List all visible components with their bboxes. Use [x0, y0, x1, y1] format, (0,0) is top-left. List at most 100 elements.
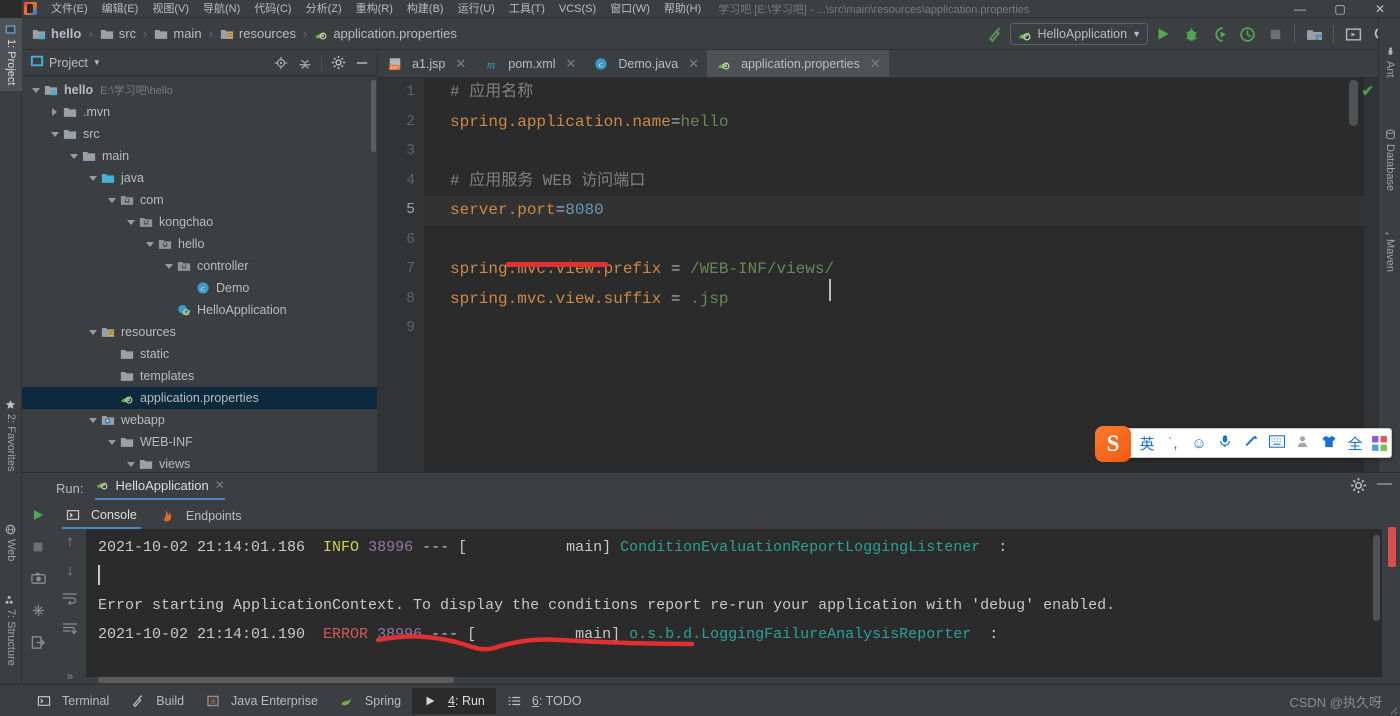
close-icon[interactable]: ✕	[455, 56, 466, 72]
project-tree[interactable]: helloE:\学习吧\hello.mvnsrcmainjavacomkongc…	[22, 76, 377, 471]
chevron-down-icon[interactable]	[49, 128, 61, 140]
sidebar-item-maven[interactable]: m Maven	[1379, 218, 1400, 278]
sidebar-item-project[interactable]: 1: Project	[0, 18, 22, 91]
status-bar-item-terminal[interactable]: Terminal	[26, 688, 120, 714]
close-icon[interactable]: ✕	[870, 56, 881, 72]
exit-button[interactable]	[31, 635, 46, 655]
sidebar-item-ant[interactable]: Ant	[1379, 40, 1400, 84]
breadcrumb-item-hello[interactable]: hello	[32, 26, 81, 41]
chevron-down-icon[interactable]	[87, 414, 99, 426]
close-icon[interactable]: ✕	[688, 56, 699, 72]
ime-mode-english-label[interactable]: 英	[1135, 433, 1159, 454]
menu-analyze[interactable]: 分析(Z)	[299, 0, 349, 18]
status-bar-item-6--todo[interactable]: 6: TODO	[496, 688, 593, 714]
status-bar-item-spring[interactable]: Spring	[329, 688, 412, 714]
tree-node-hello[interactable]: hello	[22, 233, 377, 255]
tree-node-src[interactable]: src	[22, 123, 377, 145]
chevron-down-icon[interactable]	[163, 260, 175, 272]
chevron-down-icon[interactable]	[68, 150, 80, 162]
debug-button[interactable]	[1178, 21, 1204, 47]
console-tab-console[interactable]: Console	[62, 503, 141, 529]
status-bar-item-build[interactable]: Build	[120, 688, 195, 714]
code-line-5[interactable]: server.port=8080	[424, 196, 1378, 226]
soft-wrap-button[interactable]	[62, 591, 78, 610]
tree-node-webapp[interactable]: webapp	[22, 409, 377, 431]
ime-fullwidth-icon[interactable]: 全	[1343, 433, 1367, 454]
minimize-button[interactable]: —	[1280, 0, 1320, 18]
breadcrumb-item-application-properties[interactable]: application.properties	[314, 26, 457, 41]
console-tab-endpoints[interactable]: Endpoints	[157, 503, 246, 529]
editor-tab-pom-xml[interactable]: mpom.xml✕	[474, 50, 584, 77]
settings-gear-icon[interactable]	[327, 52, 349, 74]
menu-build[interactable]: 构建(B)	[400, 0, 451, 18]
code-line-1[interactable]: # 应用名称	[424, 78, 1378, 108]
project-structure-button[interactable]	[1301, 21, 1327, 47]
tree-node--mvn[interactable]: .mvn	[22, 101, 377, 123]
chevron-down-icon[interactable]	[30, 84, 42, 96]
chevron-down-icon[interactable]	[87, 172, 99, 184]
tree-node-main[interactable]: main	[22, 145, 377, 167]
scroll-to-end-button[interactable]	[62, 622, 78, 641]
close-icon[interactable]: ✕	[215, 478, 225, 492]
collapse-all-icon[interactable]	[294, 52, 316, 74]
breadcrumb-item-resources[interactable]: resources	[220, 26, 296, 41]
tree-node-helloapplication[interactable]: HelloApplication	[22, 299, 377, 321]
thread-dump-button[interactable]	[31, 603, 46, 623]
chevron-down-icon[interactable]	[87, 326, 99, 338]
chevron-down-icon[interactable]	[125, 458, 137, 470]
editor-vertical-scrollbar[interactable]	[1349, 80, 1358, 126]
breadcrumb-item-main[interactable]: main	[154, 26, 201, 41]
ime-soft-keyboard-icon[interactable]	[1265, 435, 1289, 452]
locate-file-icon[interactable]	[270, 52, 292, 74]
ime-user-icon[interactable]	[1291, 434, 1315, 453]
console-horizontal-scrollbar[interactable]	[98, 677, 454, 683]
tree-node-templates[interactable]: templates	[22, 365, 377, 387]
scroll-up-button[interactable]: ↑	[66, 533, 74, 550]
hide-panel-icon[interactable]	[351, 52, 373, 74]
sogou-ime-toolbar[interactable]: S 英 ˙, ☺ 全	[1100, 428, 1392, 458]
rerun-button[interactable]	[30, 507, 46, 528]
profiler-button[interactable]	[1234, 21, 1260, 47]
stop-button[interactable]	[1262, 21, 1288, 47]
code-line-blank[interactable]	[424, 226, 1378, 256]
code-line-blank[interactable]	[424, 314, 1378, 344]
code-editor[interactable]: 123456789 # 应用名称spring.application.name=…	[378, 78, 1378, 472]
editor-tab-a1-jsp[interactable]: JSPa1.jsp✕	[378, 50, 474, 77]
tree-node-hello[interactable]: helloE:\学习吧\hello	[22, 79, 377, 101]
editor-code-lines[interactable]: # 应用名称spring.application.name=hello# 应用服…	[424, 78, 1378, 472]
sidebar-item-structure[interactable]: 7: Structure	[0, 588, 22, 672]
run-with-coverage-button[interactable]	[1206, 21, 1232, 47]
menu-tools[interactable]: 工具(T)	[502, 0, 552, 18]
menu-view[interactable]: 视图(V)	[145, 0, 196, 18]
run-configuration-tab[interactable]: HelloApplication ✕	[95, 477, 224, 500]
ime-emoji-icon[interactable]: ☺	[1187, 435, 1211, 452]
sogou-logo-icon[interactable]: S	[1095, 426, 1131, 462]
project-tree-scrollbar[interactable]	[371, 80, 376, 152]
chevron-right-icon[interactable]	[49, 106, 61, 118]
editor-tab-application-properties[interactable]: application.properties✕	[707, 50, 889, 77]
inspection-status-icon[interactable]: ✔	[1361, 82, 1374, 100]
run-configuration-selector[interactable]: HelloApplication ▼	[1010, 23, 1148, 45]
code-line-8[interactable]: spring.mvc.view.suffix = .jsp	[424, 285, 1378, 315]
tree-node-controller[interactable]: controller	[22, 255, 377, 277]
close-icon[interactable]: ✕	[566, 56, 577, 72]
chevron-down-icon[interactable]	[144, 238, 156, 250]
tree-node-resources[interactable]: resources	[22, 321, 377, 343]
maximize-button[interactable]: ▢	[1320, 0, 1360, 18]
code-line-2[interactable]: spring.application.name=hello	[424, 108, 1378, 138]
menu-vcs[interactable]: VCS(S)	[552, 0, 603, 18]
menu-refactor[interactable]: 重构(R)	[349, 0, 400, 18]
status-bar-item-java-enterprise[interactable]: JEJava Enterprise	[195, 688, 329, 714]
tree-node-java[interactable]: java	[22, 167, 377, 189]
tree-node-application-properties[interactable]: application.properties	[22, 387, 377, 409]
stop-button[interactable]	[31, 540, 45, 559]
tree-node-views[interactable]: views	[22, 453, 377, 471]
console-output[interactable]: 2021-10-02 21:14:01.186 INFO 38996 --- […	[86, 529, 1382, 677]
close-button[interactable]: ✕	[1360, 0, 1400, 18]
breadcrumb-item-src[interactable]: src	[100, 26, 136, 41]
status-bar-item-4--run[interactable]: 4: Run	[412, 688, 496, 714]
tree-node-web-inf[interactable]: WEB-INF	[22, 431, 377, 453]
sidebar-item-favorites[interactable]: 2: Favorites	[0, 393, 22, 477]
tree-node-demo[interactable]: CDemo	[22, 277, 377, 299]
ime-voice-icon[interactable]	[1213, 433, 1237, 453]
